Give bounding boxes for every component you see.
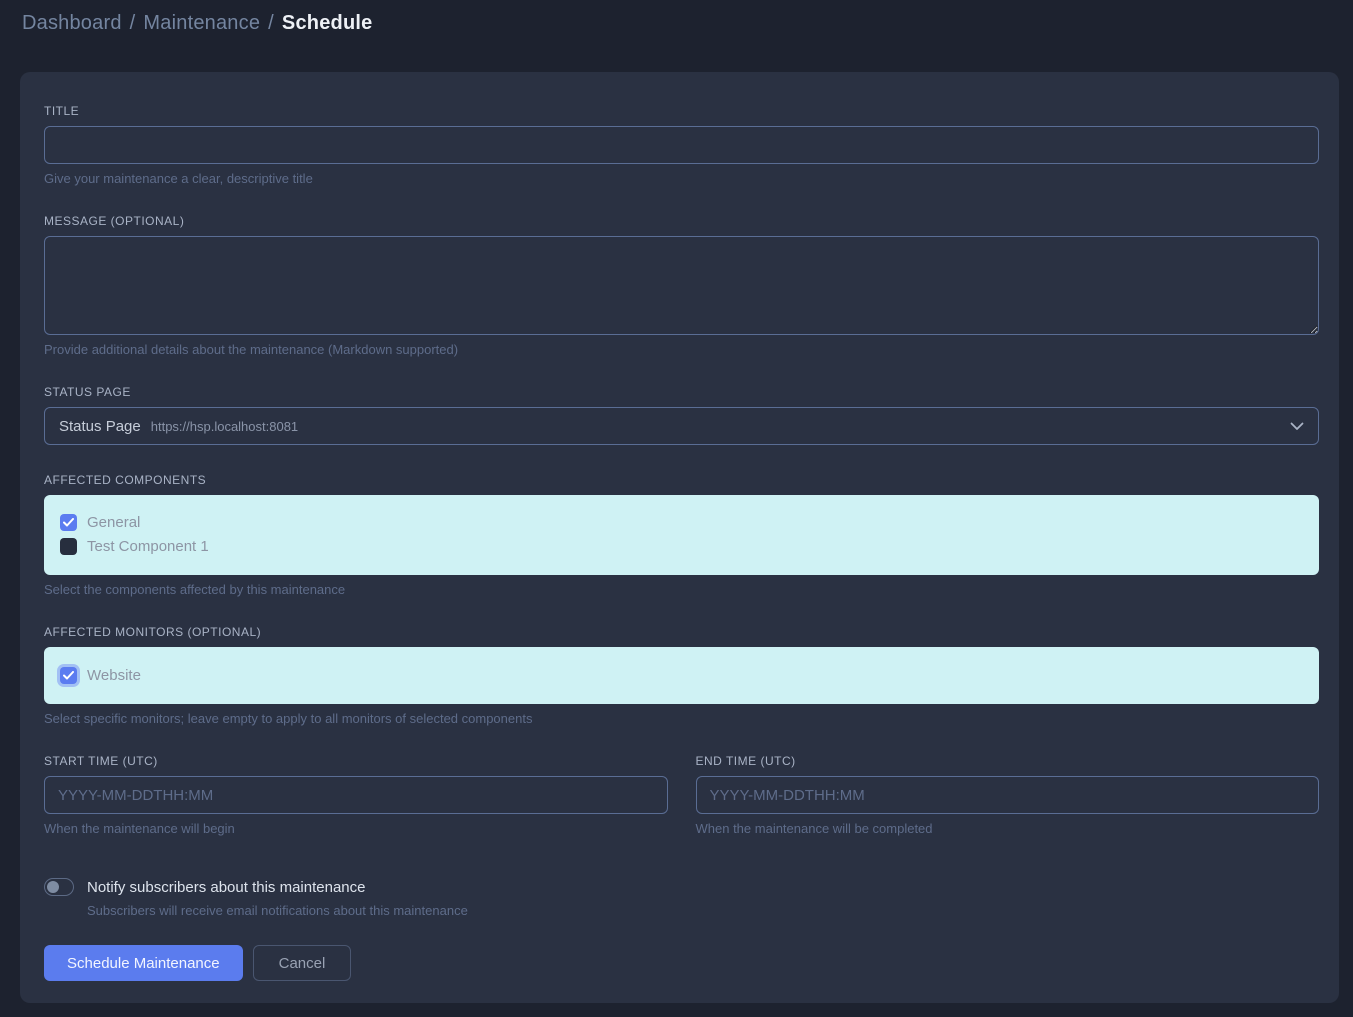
affected-monitors-panel: Website [44, 647, 1319, 704]
time-fields-row: START TIME (UTC) When the maintenance wi… [44, 754, 1319, 836]
message-group: MESSAGE (OPTIONAL) Provide additional de… [44, 214, 1319, 357]
end-time-input[interactable] [696, 776, 1320, 814]
form-actions: Schedule Maintenance Cancel [44, 945, 1319, 981]
toggle-knob-icon [47, 881, 59, 893]
start-time-group: START TIME (UTC) When the maintenance wi… [44, 754, 668, 836]
affected-monitors-label: AFFECTED MONITORS (OPTIONAL) [44, 625, 1319, 639]
topbar: Dashboard/Maintenance/Schedule [0, 0, 1353, 48]
component-checkbox[interactable] [60, 538, 77, 555]
monitor-option-row[interactable]: Website [60, 663, 1303, 687]
message-textarea[interactable] [44, 236, 1319, 335]
chevron-down-icon [1290, 422, 1304, 431]
component-option-row[interactable]: Test Component 1 [60, 534, 1303, 558]
schedule-maintenance-form-card: TITLE Give your maintenance a clear, des… [20, 72, 1339, 1003]
component-checkbox[interactable] [60, 514, 77, 531]
monitor-option-label: Website [87, 667, 141, 684]
end-time-group: END TIME (UTC) When the maintenance will… [696, 754, 1320, 836]
notify-toggle-row: Notify subscribers about this maintenanc… [44, 878, 1319, 896]
end-time-label: END TIME (UTC) [696, 754, 1320, 768]
notify-toggle[interactable] [44, 878, 74, 896]
affected-components-group: AFFECTED COMPONENTS General [44, 473, 1319, 597]
notify-helper: Subscribers will receive email notificat… [87, 903, 1319, 918]
breadcrumb-separator: / [260, 12, 282, 34]
affected-components-label: AFFECTED COMPONENTS [44, 473, 1319, 487]
status-page-selected-name: Status Page [59, 418, 141, 435]
component-option-row[interactable]: General [60, 510, 1303, 534]
title-group: TITLE Give your maintenance a clear, des… [44, 104, 1319, 186]
message-label: MESSAGE (OPTIONAL) [44, 214, 1319, 228]
status-page-select[interactable]: Status Page https://hsp.localhost:8081 [44, 407, 1319, 445]
status-page-label: STATUS PAGE [44, 385, 1319, 399]
component-option-label: General [87, 514, 140, 531]
breadcrumb-link-maintenance[interactable]: Maintenance [143, 12, 260, 34]
breadcrumb-link-dashboard[interactable]: Dashboard [22, 12, 122, 34]
breadcrumb-current-schedule: Schedule [282, 12, 373, 34]
affected-components-helper: Select the components affected by this m… [44, 582, 1319, 597]
breadcrumb: Dashboard/Maintenance/Schedule [22, 12, 1331, 35]
title-label: TITLE [44, 104, 1319, 118]
start-time-helper: When the maintenance will begin [44, 821, 668, 836]
status-page-selected-url: https://hsp.localhost:8081 [151, 419, 298, 434]
start-time-label: START TIME (UTC) [44, 754, 668, 768]
affected-monitors-group: AFFECTED MONITORS (OPTIONAL) Website Sel… [44, 625, 1319, 726]
schedule-maintenance-button[interactable]: Schedule Maintenance [44, 945, 243, 981]
start-time-input[interactable] [44, 776, 668, 814]
title-helper: Give your maintenance a clear, descripti… [44, 171, 1319, 186]
status-page-group: STATUS PAGE Status Page https://hsp.loca… [44, 385, 1319, 445]
notify-toggle-label: Notify subscribers about this maintenanc… [87, 879, 365, 896]
affected-monitors-helper: Select specific monitors; leave empty to… [44, 711, 1319, 726]
message-helper: Provide additional details about the mai… [44, 342, 1319, 357]
title-input[interactable] [44, 126, 1319, 164]
cancel-button[interactable]: Cancel [253, 945, 352, 981]
notify-section: Notify subscribers about this maintenanc… [44, 878, 1319, 918]
affected-components-panel: General Test Component 1 [44, 495, 1319, 575]
monitor-checkbox[interactable] [60, 667, 77, 684]
end-time-helper: When the maintenance will be completed [696, 821, 1320, 836]
breadcrumb-separator: / [122, 12, 144, 34]
component-option-label: Test Component 1 [87, 538, 209, 555]
